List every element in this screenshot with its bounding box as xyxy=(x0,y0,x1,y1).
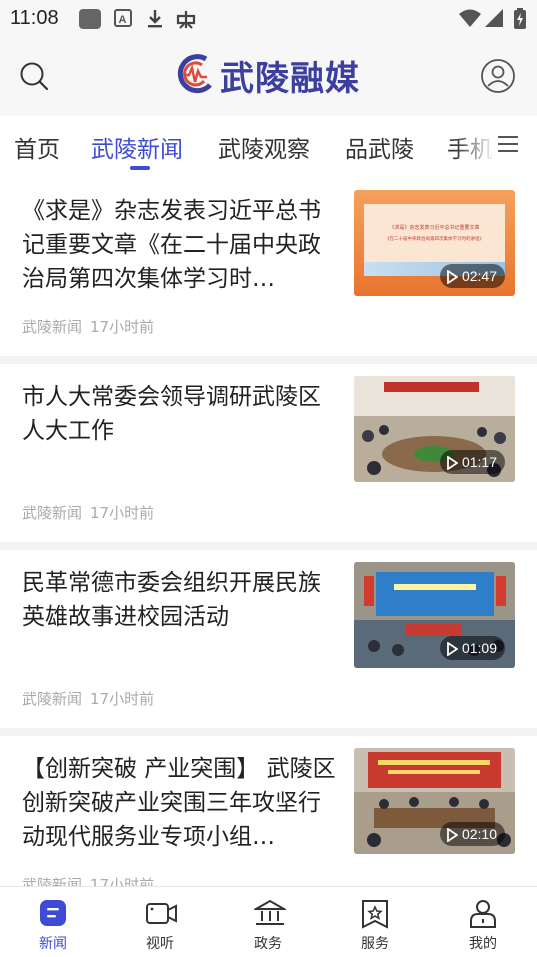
play-icon xyxy=(447,828,458,843)
download-icon xyxy=(148,10,162,28)
search-button[interactable] xyxy=(16,58,52,94)
logo-mark-icon xyxy=(177,54,212,94)
video-duration: 01:09 xyxy=(439,636,505,660)
nav-profile[interactable]: 我的 xyxy=(448,893,518,953)
bug-icon xyxy=(176,11,196,29)
news-icon xyxy=(40,900,66,926)
nav-government-label: 政务 xyxy=(254,936,282,952)
video-icon xyxy=(146,903,177,924)
service-icon xyxy=(362,900,388,929)
news-item[interactable]: 【创新突破 产业突围】 武陵区创新突破产业突围三年攻坚行动现代服务业专项小组… … xyxy=(0,736,537,886)
text-notification-icon: A xyxy=(114,9,132,27)
news-time: 17小时前 xyxy=(90,504,155,522)
news-meta: 武陵新闻 17小时前 xyxy=(22,502,154,523)
news-thumbnail: 01:17 xyxy=(354,376,515,482)
tabs-fade xyxy=(455,116,495,178)
news-time: 17小时前 xyxy=(90,318,155,336)
video-duration: 02:10 xyxy=(439,822,505,846)
battery-icon xyxy=(514,8,526,29)
nav-service-label: 服务 xyxy=(361,936,389,952)
nav-news[interactable]: 新闻 xyxy=(18,893,88,953)
play-icon xyxy=(447,270,458,285)
news-thumbnail: 01:09 xyxy=(354,562,515,668)
news-time: 17小时前 xyxy=(90,690,155,708)
thumb-caption-line-1: 《求是》杂志发表习近平总书记重要文章 xyxy=(389,225,480,231)
news-title: 《求是》杂志发表习近平总书记重要文章《在二十届中央政治局第四次集体学习时… xyxy=(22,198,321,292)
logo-text: 武陵融媒 xyxy=(220,59,360,99)
status-bar: 11:08 A xyxy=(0,0,537,38)
app-notification-icon xyxy=(79,9,101,29)
nav-profile-label: 我的 xyxy=(469,936,497,952)
user-avatar-icon xyxy=(481,59,515,93)
government-icon xyxy=(254,899,286,925)
thumb-caption-line-2: 《在二十届中央政治局第四次集体学习时的讲话》 xyxy=(385,237,484,242)
profile-icon xyxy=(470,900,496,928)
play-icon xyxy=(447,456,458,471)
app-header: 武陵融媒 xyxy=(0,38,537,116)
category-tabs: 首页 武陵新闻 武陵观察 品武陵 手机 xyxy=(0,116,537,178)
news-source: 武陵新闻 xyxy=(22,876,83,886)
profile-button[interactable] xyxy=(480,58,516,94)
news-thumbnail: 《求是》杂志发表习近平总书记重要文章 《在二十届中央政治局第四次集体学习时的讲话… xyxy=(354,190,515,296)
active-tab-indicator xyxy=(130,166,150,170)
nav-video-label: 视听 xyxy=(146,936,174,952)
signal-icon xyxy=(485,9,503,27)
video-duration: 02:47 xyxy=(439,264,505,288)
nav-video[interactable]: 视听 xyxy=(125,893,195,953)
news-meta: 武陵新闻 17小时前 xyxy=(22,874,154,886)
news-time: 17小时前 xyxy=(90,876,155,886)
wifi-icon xyxy=(459,9,481,27)
video-duration: 01:17 xyxy=(439,450,505,474)
news-source: 武陵新闻 xyxy=(22,318,83,336)
news-meta: 武陵新闻 17小时前 xyxy=(22,316,154,337)
hamburger-menu-icon xyxy=(498,136,518,152)
news-source: 武陵新闻 xyxy=(22,690,83,708)
news-item[interactable]: 市人大常委会领导调研武陵区人大工作 武陵新闻 17小时前 01:17 xyxy=(0,364,537,542)
search-icon xyxy=(20,62,49,91)
nav-news-label: 新闻 xyxy=(39,936,67,952)
svg-text:A: A xyxy=(119,14,127,26)
news-item[interactable]: 民革常德市委会组织开展民族英雄故事进校园活动 武陵新闻 17小时前 01:09 xyxy=(0,550,537,728)
status-time: 11:08 xyxy=(10,7,59,29)
nav-government[interactable]: 政务 xyxy=(233,893,303,953)
tab-home[interactable]: 首页 xyxy=(14,130,60,164)
tab-wuling-news[interactable]: 武陵新闻 xyxy=(91,130,183,164)
news-thumbnail: 02:10 xyxy=(354,748,515,854)
app-logo: 武陵融媒 xyxy=(176,51,366,99)
tab-pin-wuling[interactable]: 品武陵 xyxy=(345,130,414,164)
nav-service[interactable]: 服务 xyxy=(340,893,410,953)
news-title: 【创新突破 产业突围】 武陵区创新突破产业突围三年攻坚行动现代服务业专项小组… xyxy=(22,756,336,850)
bottom-navigation: 新闻 视听 政务 服务 我的 xyxy=(0,886,537,957)
play-icon xyxy=(447,642,458,657)
news-source: 武陵新闻 xyxy=(22,504,83,522)
tab-menu-button[interactable] xyxy=(495,130,521,156)
news-item[interactable]: 《求是》杂志发表习近平总书记重要文章《在二十届中央政治局第四次集体学习时… 武陵… xyxy=(0,178,537,356)
tab-wuling-observe[interactable]: 武陵观察 xyxy=(218,130,310,164)
news-title: 民革常德市委会组织开展民族英雄故事进校园活动 xyxy=(22,570,321,630)
news-meta: 武陵新闻 17小时前 xyxy=(22,688,154,709)
news-list: 《求是》杂志发表习近平总书记重要文章《在二十届中央政治局第四次集体学习时… 武陵… xyxy=(0,178,537,886)
news-title: 市人大常委会领导调研武陵区人大工作 xyxy=(22,384,321,444)
